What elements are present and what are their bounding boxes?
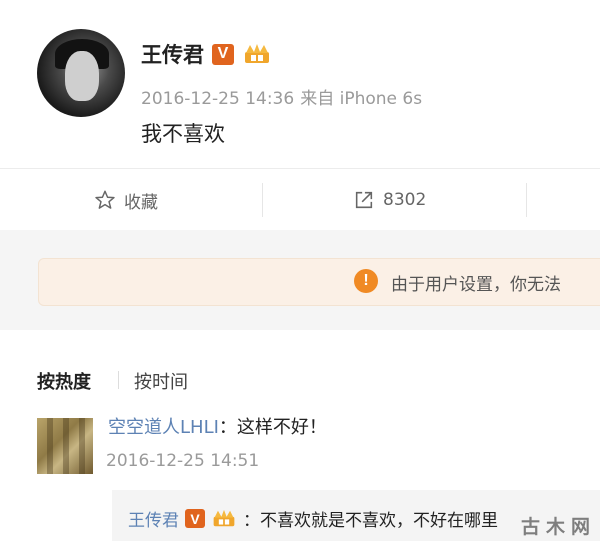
post-card: 王传君 V 2016-12-25 14:36 来自 iPhone 6s 我不喜欢	[0, 0, 600, 168]
author-avatar[interactable]	[37, 29, 125, 117]
verified-icon: V	[185, 509, 205, 528]
action-divider	[262, 183, 263, 217]
post-timestamp: 2016-12-25 14:36	[141, 89, 295, 109]
comment-item: 空空道人LHLI：这样不好！	[108, 413, 327, 439]
share-button[interactable]: 8302	[353, 169, 426, 231]
tab-divider	[118, 371, 119, 389]
comment-colon: ：	[218, 417, 237, 438]
author-name[interactable]: 王传君	[141, 39, 204, 69]
comment-timestamp: 2016-12-25 14:51	[106, 451, 260, 471]
post-source: 来自 iPhone 6s	[300, 89, 423, 109]
reply-item: 王传君 V ：不喜欢就是不喜欢，不好在哪里	[128, 506, 498, 531]
verified-icon: V	[212, 43, 234, 65]
comment-text: 这样不好！	[236, 417, 327, 438]
notice-area: ! 由于用户设置，你无法	[0, 230, 600, 330]
vip-crown-icon	[245, 44, 269, 63]
reply-username[interactable]: 王传君	[128, 506, 179, 531]
post-meta: 2016-12-25 14:36 来自 iPhone 6s	[141, 84, 422, 109]
tab-sort-by-hot[interactable]: 按热度	[37, 368, 91, 394]
warning-icon: !	[354, 269, 378, 293]
notice-text: 由于用户设置，你无法	[391, 275, 561, 295]
comments-section: 按热度 按时间 空空道人LHLI：这样不好！ 2016-12-25 14:51 …	[0, 330, 600, 541]
tab-sort-by-time[interactable]: 按时间	[134, 368, 188, 394]
share-count: 8302	[383, 190, 427, 210]
restriction-notice: ! 由于用户设置，你无法	[38, 258, 600, 306]
comment-username[interactable]: 空空道人LHLI	[108, 417, 219, 438]
reply-text: ：不喜欢就是不喜欢，不好在哪里	[243, 511, 498, 531]
favorite-label: 收藏	[124, 192, 158, 213]
vip-crown-icon	[213, 509, 235, 527]
commenter-avatar[interactable]	[37, 418, 93, 474]
author-row: 王传君 V	[141, 40, 272, 68]
favorite-button[interactable]: 收藏	[94, 169, 158, 231]
weibo-post-page: 王传君 V 2016-12-25 14:36 来自 iPhone 6s 我不喜欢 …	[0, 0, 600, 541]
watermark-logo: 古木网	[520, 516, 596, 538]
action-divider	[526, 183, 527, 217]
post-text: 我不喜欢	[141, 122, 225, 146]
star-icon	[95, 190, 115, 209]
post-actions-bar: 收藏 8302	[0, 168, 600, 231]
share-icon	[355, 191, 373, 209]
